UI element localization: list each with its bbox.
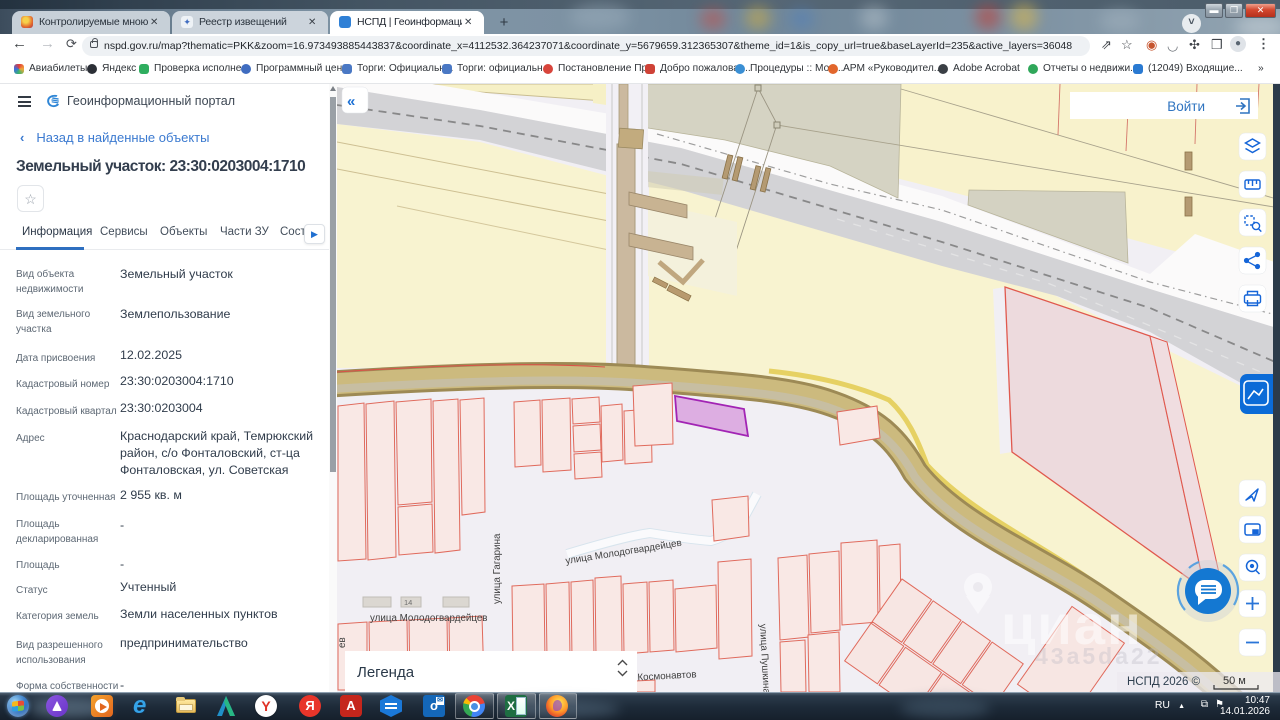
svg-text:улица Молодогвардейцев: улица Молодогвардейцев (370, 613, 488, 624)
svg-text:14: 14 (404, 598, 412, 607)
svg-text:43а5dа22: 43а5dа22 (1035, 643, 1163, 669)
svg-text:НСПД 2026 ©: НСПД 2026 © (1127, 676, 1201, 688)
svg-text:Войти: Войти (1167, 99, 1205, 114)
svg-text:Легенда: Легенда (357, 664, 415, 681)
svg-text:«: « (347, 93, 355, 110)
svg-text:ев: ев (337, 637, 348, 648)
svg-text:50 м: 50 м (1223, 675, 1246, 687)
svg-text:улица Гагарина: улица Гагарина (492, 533, 503, 604)
